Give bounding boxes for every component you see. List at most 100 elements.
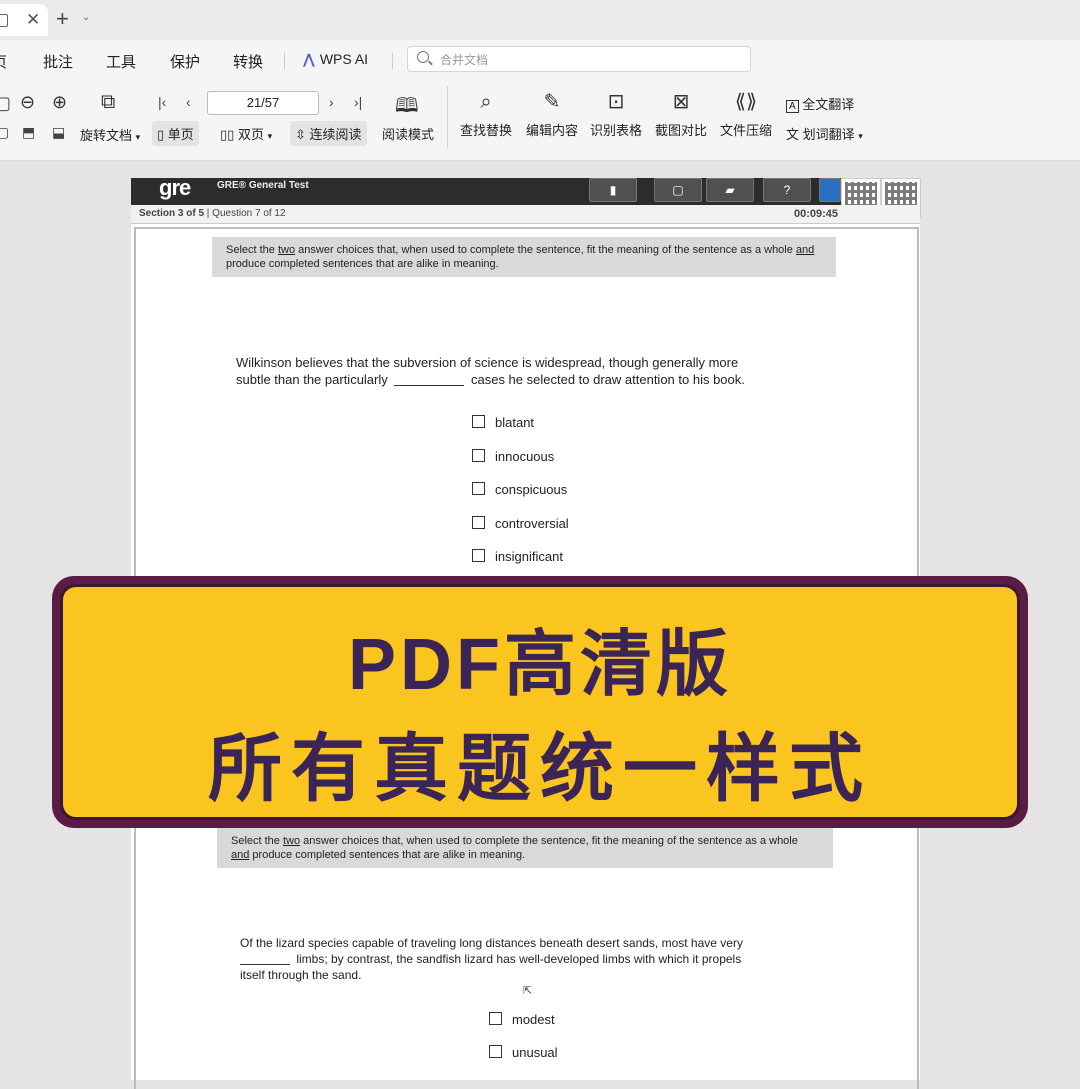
rotate-document-label: 旋转文档 xyxy=(80,128,133,143)
continuous-reading-button[interactable]: ⇳ 连续阅读 xyxy=(290,121,367,146)
chevron-down-icon: ▾ xyxy=(267,131,273,141)
search-icon xyxy=(417,51,429,63)
search-input[interactable]: 合并文档 xyxy=(407,46,751,72)
scan-table-icon: ⊡ xyxy=(607,91,625,113)
checkbox[interactable] xyxy=(472,415,485,428)
last-page-icon[interactable]: ›| xyxy=(354,94,362,110)
choice-controversial[interactable]: controversial xyxy=(472,516,569,534)
word-translate-button[interactable]: 文 划词翻译 ▾ xyxy=(786,124,863,143)
question-text: Of the lizard species capable of traveli… xyxy=(240,936,743,982)
timer: 00:09:45 xyxy=(793,208,838,220)
choice-blatant[interactable]: blatant xyxy=(472,415,534,433)
page-extract-icon[interactable]: ⧉ xyxy=(101,91,115,114)
next-page-icon[interactable]: › xyxy=(329,94,334,110)
rotate-right-icon[interactable]: ⬓ xyxy=(52,124,65,141)
gre-header-bar: gre GRE® General Test ▮ ▢ ▰ ? xyxy=(131,175,921,218)
menu-item-annotate[interactable]: 批注 xyxy=(43,51,73,72)
file-compress-label: 文件压缩 xyxy=(720,123,773,138)
chevron-down-icon[interactable]: ⌄ xyxy=(82,12,90,23)
promo-banner-inner: PDF高清版 所有真题统一样式 xyxy=(60,584,1020,820)
gre-logo: gre xyxy=(159,175,191,200)
chevron-down-icon: ▾ xyxy=(858,131,863,141)
mouse-cursor-icon: ⇱ xyxy=(523,985,533,997)
reading-mode-button[interactable]: 阅读模式 xyxy=(382,124,434,143)
menu-item-page[interactable]: 页 xyxy=(0,51,7,72)
section-indicator: Section 3 of 5 | Question 7 of 12 xyxy=(139,208,286,219)
toolbar-divider xyxy=(447,86,448,148)
full-translate-button[interactable]: A 全文翻译 xyxy=(786,94,854,113)
document-tab[interactable]: ✕ xyxy=(0,4,48,36)
rotate-left-icon[interactable]: ⬒ xyxy=(22,124,35,141)
zoom-in-icon[interactable]: ⊕ xyxy=(52,92,67,113)
banner-subheadline: 所有真题统一样式 xyxy=(208,727,872,810)
word-translate-icon: 文 xyxy=(786,127,800,142)
edit-content-button[interactable]: ✎ 编辑内容 xyxy=(526,90,578,139)
checkbox[interactable] xyxy=(489,1045,502,1058)
tab-strip: ✕ + ⌄ xyxy=(0,0,1080,40)
pen-icon: ✎ xyxy=(543,91,561,113)
question-instructions: Select the two answer choices that, when… xyxy=(217,828,833,868)
book-icon[interactable]: 🕮 xyxy=(395,91,419,125)
choice-conspicuous[interactable]: conspicuous xyxy=(472,482,567,500)
menu-item-convert[interactable]: 转换 xyxy=(233,51,263,72)
recognize-table-label: 识别表格 xyxy=(590,123,643,138)
edit-content-label: 编辑内容 xyxy=(526,123,579,138)
review-icon: ▢ xyxy=(654,178,702,202)
choice-insignificant[interactable]: insignificant xyxy=(472,549,563,567)
double-page-button[interactable]: ▯▯ 双页 ▾ xyxy=(220,124,272,143)
wps-ai-label: WPS AI xyxy=(319,51,369,67)
gre-title: GRE® General Test xyxy=(217,180,309,191)
screenshot-compare-button[interactable]: ⊠ 截图对比 xyxy=(655,90,707,139)
prev-page-icon[interactable]: ‹ xyxy=(186,94,191,110)
question-text: Wilkinson believes that the subversion o… xyxy=(236,355,745,387)
continuous-label: 连续阅读 xyxy=(309,127,362,142)
answer-blank xyxy=(240,964,290,965)
first-page-icon[interactable]: |‹ xyxy=(158,94,166,110)
screenshot-compare-label: 截图对比 xyxy=(655,123,708,138)
choice-unusual[interactable]: unusual xyxy=(489,1045,558,1063)
tool-icon-left[interactable]: ▢ xyxy=(0,124,9,141)
zoom-out-icon[interactable]: ⊖ xyxy=(20,92,35,113)
compress-icon: ⟪⟫ xyxy=(734,91,758,113)
find-replace-label: 查找替换 xyxy=(460,123,513,138)
menu-item-protect[interactable]: 保护 xyxy=(170,51,200,72)
choice-innocuous[interactable]: innocuous xyxy=(472,449,554,467)
checkbox[interactable] xyxy=(472,449,485,462)
section-bar: Section 3 of 5 | Question 7 of 12 00:09:… xyxy=(131,205,920,224)
menu-divider xyxy=(392,53,393,69)
checkbox[interactable] xyxy=(472,482,485,495)
answer-blank xyxy=(394,385,465,386)
next-icon xyxy=(819,178,841,202)
page-number-input[interactable]: 21/57 xyxy=(207,91,319,115)
document-icon xyxy=(0,14,8,27)
menu-item-tools[interactable]: 工具 xyxy=(106,51,136,72)
double-page-icon: ▯▯ xyxy=(220,127,235,142)
rotate-document-button[interactable]: 旋转文档 ▾ xyxy=(80,125,140,144)
wps-ai-button[interactable]: ⋀ WPS AI xyxy=(303,51,368,68)
full-translate-label: 全文翻译 xyxy=(802,97,855,112)
checkbox[interactable] xyxy=(472,516,485,529)
checkbox[interactable] xyxy=(489,1012,502,1025)
translate-icon: A xyxy=(786,100,799,113)
close-icon[interactable]: ✕ xyxy=(26,10,40,30)
wps-ai-icon: ⋀ xyxy=(303,51,315,67)
recognize-table-button[interactable]: ⊡ 识别表格 xyxy=(590,90,642,139)
question-instructions: Select the two answer choices that, when… xyxy=(212,237,836,277)
checkbox[interactable] xyxy=(472,549,485,562)
single-page-button[interactable]: ▯ 单页 xyxy=(152,121,199,146)
single-page-label: 单页 xyxy=(167,127,194,142)
compare-icon: ⊠ xyxy=(672,91,690,113)
prev-tool-icon[interactable]: ▢ xyxy=(0,93,11,114)
help-icon: ? xyxy=(763,178,811,202)
promo-banner: PDF高清版 所有真题统一样式 xyxy=(52,576,1028,828)
menu-divider xyxy=(284,53,285,69)
new-tab-icon[interactable]: + xyxy=(56,6,69,32)
choice-modest[interactable]: modest xyxy=(489,1012,555,1030)
chevron-down-icon: ▾ xyxy=(135,132,141,142)
file-compress-button[interactable]: ⟪⟫ 文件压缩 xyxy=(720,90,772,139)
search-icon: ⌕ xyxy=(480,91,492,113)
single-page-icon: ▯ xyxy=(157,127,165,142)
find-replace-button[interactable]: ⌕ 查找替换 xyxy=(460,90,512,139)
exit-section-icon: ▮ xyxy=(589,178,637,202)
double-page-label: 双页 xyxy=(237,127,264,142)
